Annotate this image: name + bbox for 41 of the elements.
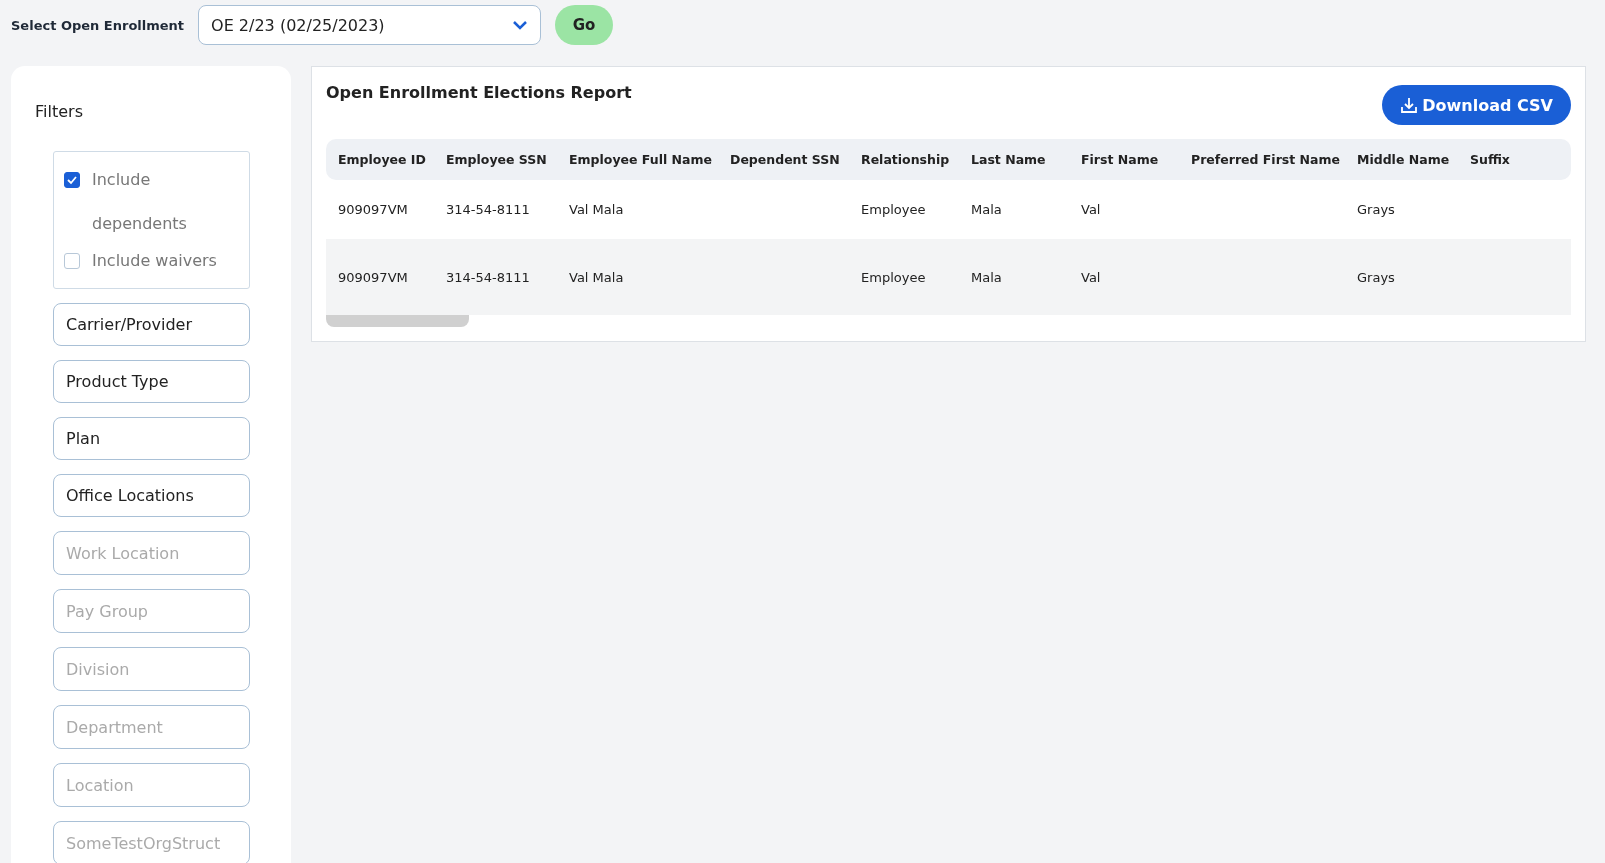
- table-cell-text: Grays: [1357, 269, 1396, 285]
- column-header: Middle Name: [1357, 152, 1451, 167]
- table-cell-text: Employee: [861, 269, 927, 285]
- table-cell-text: Mala: [971, 269, 1003, 285]
- filters-title: Filters: [35, 102, 84, 121]
- column-header: Suffix: [1470, 152, 1511, 167]
- checkbox[interactable]: [64, 253, 80, 269]
- scrollbar-thumb[interactable]: [326, 315, 469, 327]
- download-csv-button[interactable]: Download CSV: [1382, 85, 1571, 125]
- filter-dropdown[interactable]: Office Locations: [53, 474, 250, 517]
- table-cell-text: Grays: [1357, 202, 1396, 217]
- checkbox[interactable]: [64, 172, 80, 188]
- column-header: Last Name: [971, 152, 1047, 167]
- table-cell-text: Val Mala: [569, 202, 625, 217]
- filter-dropdown[interactable]: Plan: [53, 417, 250, 460]
- table-cell-text: Mala: [971, 202, 1003, 217]
- chevron-down-icon: [512, 20, 529, 30]
- filter-dropdown[interactable]: Product Type: [53, 360, 250, 403]
- go-button[interactable]: Go: [555, 5, 614, 45]
- checkbox-label: Include dependents: [92, 169, 188, 235]
- table-cell-text: Employee: [861, 202, 927, 217]
- table-cell-text: Val: [1081, 202, 1102, 217]
- column-header: Employee SSN: [446, 152, 548, 167]
- enrollment-label: Select Open Enrollment: [11, 17, 185, 33]
- column-header: Preferred First Name: [1191, 152, 1341, 167]
- table-cell-text: 314-54-8111: [446, 202, 531, 217]
- column-header: Relationship: [861, 152, 951, 167]
- column-header: Dependent SSN: [730, 152, 841, 167]
- report-title: Open Enrollment Elections Report: [326, 83, 632, 102]
- column-header: First Name: [1081, 152, 1160, 167]
- table-cell-text: 909097VM: [338, 202, 409, 217]
- column-header: Employee Full Name: [569, 152, 713, 167]
- table-cell-text: Val Mala: [569, 269, 625, 285]
- table-cell-text: 314-54-8111: [446, 269, 531, 285]
- checkbox-label: Include waivers: [92, 250, 217, 272]
- download-icon: [1400, 96, 1419, 114]
- enrollment-select[interactable]: OE 2/23 (02/25/2023): [198, 5, 542, 45]
- filter-dropdown[interactable]: Carrier/Provider: [53, 303, 250, 346]
- table-cell-text: Val: [1081, 269, 1102, 285]
- table-cell-text: 909097VM: [338, 269, 409, 285]
- column-header: Employee ID: [338, 152, 427, 167]
